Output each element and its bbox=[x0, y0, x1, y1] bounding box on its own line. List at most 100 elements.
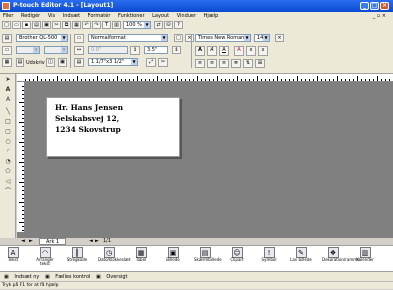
object-clipart[interactable]: ☺ Clipart bbox=[226, 247, 248, 271]
menu-view[interactable]: Vis bbox=[45, 12, 58, 20]
cut-icon[interactable]: ✂ bbox=[52, 21, 61, 29]
copies-icon[interactable]: ▣ bbox=[58, 58, 67, 67]
object-table[interactable]: ▦ Tabel bbox=[130, 247, 152, 271]
menu-window[interactable]: Vinduer bbox=[174, 12, 199, 20]
auto-length-icon[interactable]: ⤢ bbox=[146, 58, 156, 67]
text-tool-icon[interactable]: A bbox=[4, 86, 12, 94]
object-text[interactable]: A Tekst bbox=[2, 247, 24, 271]
mdi-controls[interactable]: _ ▫ × bbox=[370, 12, 389, 20]
sector-icon[interactable]: ◔ bbox=[4, 158, 12, 166]
minimize-button[interactable]: _ bbox=[360, 2, 369, 10]
ruler-tick bbox=[249, 79, 250, 81]
cut-options-icon[interactable]: ✂ bbox=[158, 58, 168, 67]
align-right-icon[interactable]: ≡ bbox=[219, 59, 229, 68]
open-icon[interactable]: ▭ bbox=[12, 21, 21, 29]
align-left-icon[interactable]: ≡ bbox=[195, 59, 205, 68]
width-spin-icon[interactable]: ⇕ bbox=[172, 46, 181, 54]
ruler-tick bbox=[65, 79, 66, 81]
text-style-icon[interactable]: A bbox=[234, 46, 244, 56]
underline-icon[interactable]: A bbox=[219, 46, 229, 56]
label-canvas[interactable]: Hr. Hans Jensen Selskabsvej 12, 1234 Sko… bbox=[46, 97, 180, 157]
menu-insert[interactable]: Indsæt bbox=[60, 12, 83, 20]
width-value-field[interactable]: 3.5" bbox=[144, 46, 168, 54]
print-label[interactable]: Udskriv bbox=[26, 60, 45, 66]
object-make-image[interactable]: ✎ Lav billede bbox=[290, 247, 312, 271]
object-barcode[interactable]: ║ Stregkode bbox=[66, 247, 88, 271]
font-size-select[interactable]: 14 ▼ bbox=[254, 34, 270, 42]
menu-layout[interactable]: Layout bbox=[149, 12, 172, 20]
object-image[interactable]: ▣ Billede bbox=[162, 247, 184, 271]
mirror-icon[interactable]: ◫ bbox=[46, 58, 55, 67]
print-panel-icon[interactable]: ▦ bbox=[2, 58, 12, 67]
text-shadow-icon[interactable]: x bbox=[258, 46, 268, 56]
help-icon[interactable]: ? bbox=[174, 21, 183, 29]
object-calendar[interactable]: ▥ Kalender bbox=[354, 247, 376, 271]
text-effect-icon[interactable]: x bbox=[246, 46, 256, 56]
page-next[interactable]: ► bbox=[95, 238, 99, 245]
length-mode-select[interactable]: Normalformat ▼ bbox=[88, 34, 168, 42]
object-date-time[interactable]: ◷ Dato/klokkeslæt bbox=[98, 247, 130, 271]
database-icon[interactable]: ⛁ bbox=[164, 21, 173, 29]
ruler-tick bbox=[25, 79, 26, 81]
redo-icon[interactable]: ↷ bbox=[92, 21, 101, 29]
copy-icon[interactable]: ⧉ bbox=[62, 21, 71, 29]
line-icon[interactable]: ╲ bbox=[4, 108, 12, 116]
freeform-icon[interactable]: ◁ bbox=[4, 178, 12, 186]
ruler-tick bbox=[22, 206, 24, 207]
ruler-tick bbox=[349, 79, 350, 81]
menu-tools[interactable]: Funktioner bbox=[115, 12, 148, 20]
sheet-tab[interactable]: Ark 1 bbox=[39, 238, 67, 245]
ruler-tick bbox=[373, 79, 374, 81]
text-options-icon[interactable]: ⊞ bbox=[255, 59, 265, 68]
sheet-nav-last[interactable]: ► bbox=[29, 238, 33, 245]
menu-file[interactable]: Filer bbox=[0, 12, 16, 20]
polygon-icon[interactable]: ⬠ bbox=[4, 168, 12, 176]
save-icon[interactable]: ▪ bbox=[22, 21, 31, 29]
paste-icon[interactable]: ▦ bbox=[72, 21, 81, 29]
zoom-select[interactable]: 100 % ▼ bbox=[123, 21, 151, 29]
arc-icon[interactable]: ◜ bbox=[4, 148, 12, 156]
close-button[interactable]: × bbox=[380, 2, 389, 10]
address-text-object[interactable]: Hr. Hans Jensen Selskabsvej 12, 1234 Sko… bbox=[55, 102, 123, 135]
font-close-icon[interactable]: × bbox=[275, 34, 284, 42]
ruler-tick bbox=[41, 79, 42, 81]
paper-frame-icon[interactable]: □ bbox=[174, 34, 183, 42]
menu-help[interactable]: Hjælp bbox=[201, 12, 222, 20]
font-family-select[interactable]: Times New Roman ▼ bbox=[195, 34, 251, 42]
pointer-icon[interactable]: ➤ bbox=[4, 76, 12, 84]
bold-icon[interactable]: A bbox=[195, 46, 205, 56]
vertical-text-icon[interactable]: ⇅ bbox=[243, 59, 253, 68]
menu-format[interactable]: Formatér bbox=[85, 12, 114, 20]
print-preview-icon[interactable]: ▣ bbox=[42, 21, 51, 29]
printer-select[interactable]: Brother QL-500 ▼ bbox=[16, 34, 68, 42]
menu-edit[interactable]: Redigér bbox=[18, 12, 43, 20]
table-icon[interactable]: ▥ bbox=[112, 21, 121, 29]
orientation-icon[interactable]: ▭ bbox=[2, 46, 12, 55]
rounded-rect-icon[interactable]: ▢ bbox=[4, 128, 12, 136]
object-symbol[interactable]: ! Symbol bbox=[258, 247, 280, 271]
ruler-tick bbox=[177, 76, 178, 81]
ellipse-icon[interactable]: ○ bbox=[4, 138, 12, 146]
sheet-nav-first[interactable]: ◄ bbox=[21, 238, 25, 245]
italic-icon[interactable]: A bbox=[207, 46, 217, 56]
undo-icon[interactable]: ↶ bbox=[82, 21, 91, 29]
arrange-text-icon[interactable]: A bbox=[4, 96, 12, 104]
text-tool-icon[interactable]: T bbox=[102, 21, 111, 29]
justify-icon[interactable]: ≣ bbox=[231, 59, 241, 68]
object-frame[interactable]: ❖ Dekoration/ramme bbox=[322, 247, 360, 271]
paper-close-icon[interactable]: × bbox=[185, 34, 194, 42]
maximize-button[interactable]: □ bbox=[370, 2, 379, 10]
new-icon[interactable]: □ bbox=[2, 21, 11, 29]
rectangle-icon[interactable]: □ bbox=[4, 118, 12, 126]
bezier-icon[interactable]: ⌒ bbox=[4, 188, 12, 196]
paper-size-select[interactable]: 1 1/7"x3 1/2" ▼ bbox=[88, 58, 138, 66]
page-prev[interactable]: ◄ bbox=[89, 238, 93, 245]
object-arrange-text[interactable]: ◠ Arrangér tekst bbox=[34, 247, 56, 271]
ruler-icon[interactable]: ↔ bbox=[74, 46, 84, 55]
ruler-tick bbox=[361, 79, 362, 81]
align-center-icon[interactable]: ≡ bbox=[207, 59, 217, 68]
object-screenshot[interactable]: ▤ Skærmbillede bbox=[194, 247, 222, 271]
print-icon[interactable]: ▤ bbox=[32, 21, 41, 29]
printer-small-icon[interactable]: ▤ bbox=[16, 58, 24, 67]
transfer-icon[interactable]: ⇄ bbox=[154, 21, 163, 29]
